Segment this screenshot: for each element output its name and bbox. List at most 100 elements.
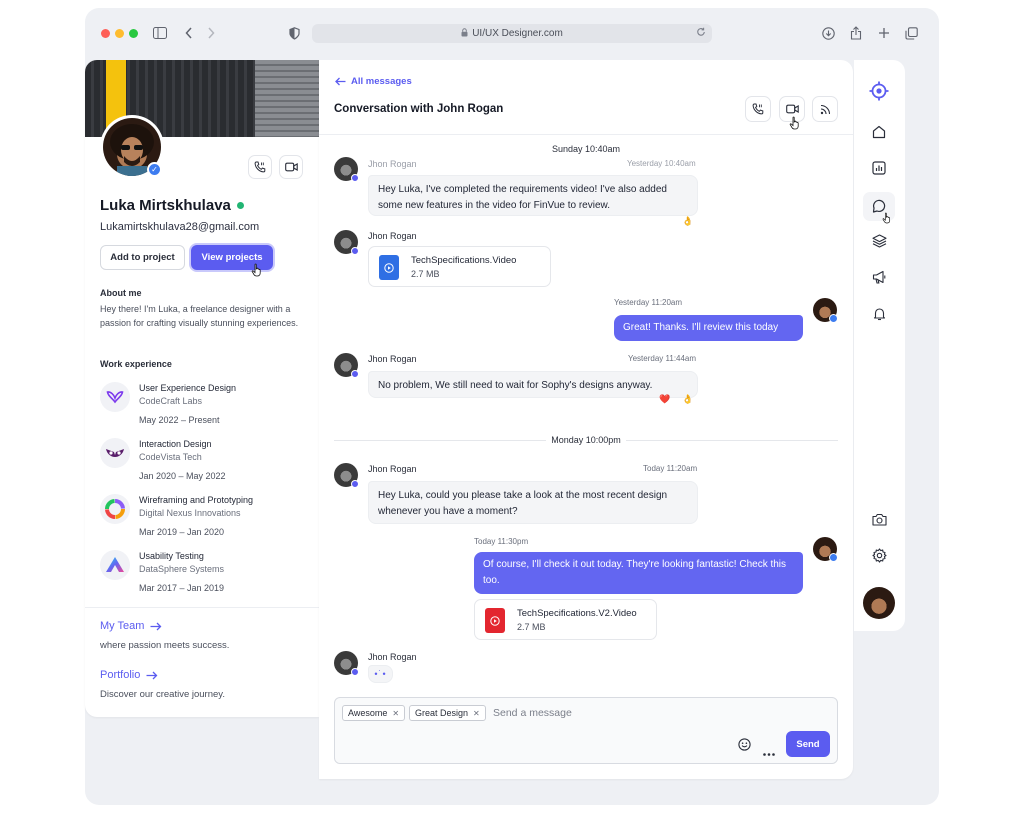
lock-icon bbox=[461, 27, 468, 40]
my-team-link[interactable]: My Team bbox=[100, 620, 162, 632]
remove-tag-icon[interactable]: ✕ bbox=[392, 709, 399, 718]
date-separator: Sunday 10:40am bbox=[551, 144, 621, 154]
video-file-icon bbox=[379, 255, 399, 280]
bell-icon[interactable] bbox=[869, 304, 889, 324]
divider bbox=[85, 607, 319, 608]
avatar bbox=[334, 651, 359, 676]
message-bubble: Of course, I'll check it out today. They… bbox=[474, 552, 803, 594]
conversation-title: Conversation with John Rogan bbox=[334, 103, 504, 115]
home-icon[interactable] bbox=[869, 122, 889, 142]
new-tab-icon[interactable] bbox=[876, 25, 892, 41]
message-bubble: Hey Luka, could you please take a look a… bbox=[368, 481, 698, 524]
reaction-ok-icon[interactable]: 👌 bbox=[682, 216, 693, 227]
date-separator: Monday 10:00pm bbox=[334, 434, 838, 446]
job-dates: Mar 2017 – Jan 2019 bbox=[139, 583, 225, 593]
more-options-icon[interactable] bbox=[763, 743, 775, 761]
my-team-description: where passion meets success. bbox=[100, 640, 230, 651]
megaphone-icon[interactable] bbox=[869, 267, 889, 287]
typing-indicator: •˙• bbox=[368, 665, 393, 683]
gear-icon[interactable] bbox=[869, 545, 889, 565]
phone-icon bbox=[254, 161, 266, 173]
download-icon[interactable] bbox=[820, 25, 836, 41]
reaction-heart-icon[interactable]: ❤️ bbox=[659, 394, 670, 405]
work-item: Interaction Design CodeVista Tech Jan 20… bbox=[100, 438, 310, 488]
message-input[interactable]: Send a message bbox=[493, 707, 572, 719]
avatar bbox=[334, 463, 359, 488]
portfolio-link[interactable]: Portfolio bbox=[100, 669, 158, 681]
voice-call-button[interactable] bbox=[248, 155, 272, 179]
about-text: Hey there! I'm Luka, a freelance designe… bbox=[100, 304, 299, 328]
chart-icon[interactable] bbox=[869, 158, 889, 178]
share-icon[interactable] bbox=[848, 25, 864, 41]
shield-icon[interactable] bbox=[286, 25, 302, 41]
work-item: Usability Testing DataSphere Systems Mar… bbox=[100, 550, 310, 600]
profile-email: Lukamirtskhulava28@gmail.com bbox=[100, 221, 260, 233]
file-size: 2.7 MB bbox=[411, 269, 440, 279]
sidebar-toggle-icon[interactable] bbox=[152, 25, 168, 41]
send-button[interactable]: Send bbox=[786, 731, 830, 757]
online-status-dot bbox=[236, 202, 244, 209]
right-nav-rail bbox=[854, 60, 905, 631]
all-messages-link[interactable]: All messages bbox=[335, 76, 412, 87]
reload-icon[interactable] bbox=[696, 27, 706, 40]
work-item: Wireframing and Prototyping Digital Nexu… bbox=[100, 494, 310, 544]
job-title: Wireframing and Prototyping bbox=[139, 495, 254, 505]
emoji-icon[interactable] bbox=[738, 738, 751, 756]
message-composer[interactable]: Awesome ✕ Great Design ✕ Send a message … bbox=[334, 697, 838, 764]
tabs-overview-icon[interactable] bbox=[903, 25, 919, 41]
video-file-icon bbox=[485, 608, 505, 633]
minimize-window-button[interactable] bbox=[115, 29, 124, 38]
chat-panel: All messages Conversation with John Roga… bbox=[319, 60, 853, 779]
forward-nav-icon[interactable] bbox=[203, 25, 219, 41]
avatar bbox=[813, 298, 838, 323]
job-company: CodeCraft Labs bbox=[139, 396, 203, 406]
file-name: TechSpecifications.V2.Video bbox=[517, 608, 637, 619]
avatar bbox=[813, 537, 838, 562]
maximize-window-button[interactable] bbox=[129, 29, 138, 38]
hand-cursor-icon bbox=[251, 263, 261, 277]
back-nav-icon[interactable] bbox=[181, 25, 197, 41]
video-call-button[interactable] bbox=[279, 155, 303, 179]
timestamp: Yesterday 11:20am bbox=[614, 298, 683, 307]
job-dates: Mar 2019 – Jan 2020 bbox=[139, 527, 225, 537]
camera-icon[interactable] bbox=[869, 509, 889, 529]
arrow-left-icon bbox=[335, 77, 346, 86]
arrow-right-icon bbox=[146, 671, 158, 679]
sender-name: Jhon Rogan bbox=[368, 354, 417, 364]
address-bar[interactable]: UI/UX Designer.com bbox=[312, 24, 712, 43]
file-attachment[interactable]: TechSpecifications.Video 2.7 MB bbox=[368, 246, 551, 287]
ring-logo-icon bbox=[100, 494, 130, 524]
phone-icon bbox=[752, 103, 764, 115]
voice-call-button[interactable] bbox=[745, 96, 771, 122]
remove-tag-icon[interactable]: ✕ bbox=[473, 709, 480, 718]
message-bubble: Hey Luka, I've completed the requirement… bbox=[368, 175, 698, 216]
add-to-project-button[interactable]: Add to project bbox=[100, 245, 185, 270]
avatar: ✓ bbox=[100, 115, 164, 179]
avatar bbox=[334, 157, 359, 182]
arrow-right-icon bbox=[150, 622, 162, 630]
file-attachment[interactable]: TechSpecifications.V2.Video 2.7 MB bbox=[474, 599, 657, 640]
butterfly-logo-icon bbox=[100, 382, 130, 412]
work-item: User Experience Design CodeCraft Labs Ma… bbox=[100, 382, 310, 432]
job-company: Digital Nexus Innovations bbox=[139, 508, 241, 518]
sender-name: Jhon Rogan bbox=[368, 159, 417, 169]
portfolio-description: Discover our creative journey. bbox=[100, 689, 225, 700]
job-company: CodeVista Tech bbox=[139, 452, 202, 462]
layers-icon[interactable] bbox=[869, 231, 889, 251]
tag-chip[interactable]: Great Design ✕ bbox=[409, 705, 486, 721]
broadcast-button[interactable] bbox=[812, 96, 838, 122]
sender-name: Jhon Rogan bbox=[368, 652, 417, 662]
avatar bbox=[334, 353, 359, 378]
job-company: DataSphere Systems bbox=[139, 564, 225, 574]
job-title: User Experience Design bbox=[139, 383, 237, 393]
hand-cursor-icon bbox=[789, 116, 799, 130]
target-logo-icon[interactable] bbox=[869, 81, 889, 101]
tag-chip[interactable]: Awesome ✕ bbox=[342, 705, 406, 721]
verified-badge-icon: ✓ bbox=[147, 162, 162, 177]
message-bubble: Great! Thanks. I'll review this today bbox=[614, 315, 803, 341]
reaction-ok-icon[interactable]: 👌 bbox=[682, 394, 693, 405]
browser-toolbar: UI/UX Designer.com bbox=[85, 8, 939, 58]
arrow-logo-icon bbox=[100, 550, 130, 580]
close-window-button[interactable] bbox=[101, 29, 110, 38]
user-avatar[interactable] bbox=[863, 587, 895, 619]
